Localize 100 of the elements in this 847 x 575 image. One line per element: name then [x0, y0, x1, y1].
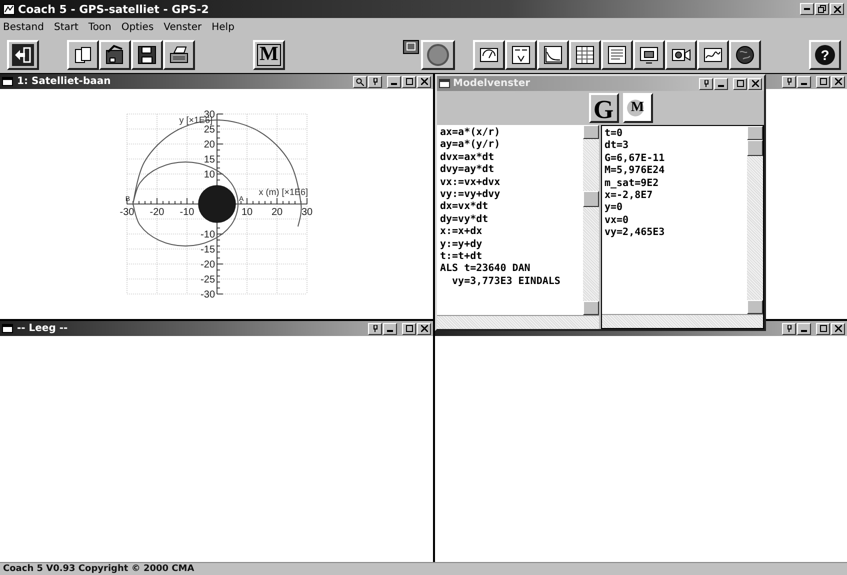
- max-button[interactable]: [402, 322, 416, 334]
- zoom-button[interactable]: [353, 76, 367, 88]
- pin-icon: [372, 325, 378, 332]
- pin-button[interactable]: [368, 76, 382, 88]
- code-line: dy=vy*dt: [440, 214, 490, 226]
- menu-item[interactable]: Toon: [87, 22, 112, 32]
- code-line: t=0: [604, 128, 624, 140]
- folder-icon: [104, 44, 126, 66]
- close-button[interactable]: [417, 76, 431, 88]
- vertical-scrollbar[interactable]: [747, 126, 763, 314]
- app-icon: [3, 4, 15, 14]
- menu-item[interactable]: Opties: [120, 22, 155, 32]
- initial-values-editor[interactable]: t=0 dt=3 G=6,67E-11 M=5,976E24 m_sat=9E2 x=-2,8E7 y=0 vx=0 vy=2,465E3: [600, 125, 764, 329]
- print-button[interactable]: [163, 40, 195, 70]
- text-model-button[interactable]: M: [622, 93, 652, 123]
- code-line: vy=2,465E3: [604, 227, 666, 240]
- text-button[interactable]: [601, 40, 633, 70]
- code-line: dt=3: [604, 140, 630, 153]
- maximize-icon: [406, 325, 412, 332]
- tick-label: -30: [119, 207, 134, 218]
- code-line: vy:=vy+dvy: [440, 189, 502, 201]
- pages-button[interactable]: [67, 40, 99, 70]
- horizontal-scrollbar[interactable]: [602, 314, 763, 328]
- maximize-icon: [820, 78, 826, 85]
- code-line: vy=3,773E3 EINDALS: [451, 276, 562, 288]
- close-button[interactable]: [831, 76, 845, 88]
- pin-button[interactable]: [699, 78, 713, 90]
- earth-disc: [198, 185, 236, 223]
- min-button[interactable]: [387, 76, 401, 88]
- max-button[interactable]: [816, 322, 830, 334]
- vertical-scrollbar[interactable]: [582, 125, 598, 315]
- close-icon: [752, 80, 758, 87]
- table-icon: [574, 44, 596, 66]
- maximize-icon: [406, 78, 412, 85]
- pin-button[interactable]: [782, 76, 796, 88]
- menu-item[interactable]: Help: [210, 22, 236, 32]
- tick-label: -15: [200, 244, 214, 256]
- round-button[interactable]: [421, 40, 455, 70]
- meter-button[interactable]: [473, 40, 505, 70]
- close-button[interactable]: [831, 322, 845, 334]
- code-line: dvx=ax*dt: [440, 152, 496, 164]
- max-button[interactable]: [816, 76, 830, 88]
- min-button[interactable]: [383, 322, 397, 334]
- model-button[interactable]: M: [253, 40, 285, 70]
- close-button[interactable]: [830, 3, 844, 15]
- horizontal-scrollbar[interactable]: [437, 315, 598, 329]
- min-button[interactable]: [714, 78, 728, 90]
- code-line: vx:=vx+dvx: [440, 176, 502, 189]
- tick-label: 10: [240, 207, 252, 218]
- graphic-model-button[interactable]: G: [588, 93, 618, 123]
- globe-button[interactable]: [729, 40, 761, 70]
- video-button[interactable]: [665, 40, 697, 70]
- code-line: ay=a*(y/r): [440, 139, 502, 152]
- globe-icon: [734, 44, 756, 66]
- save-button[interactable]: [131, 40, 163, 70]
- window-icon: [2, 324, 13, 333]
- graph-button[interactable]: [537, 40, 569, 70]
- signature-button[interactable]: [697, 40, 729, 70]
- tick-label: 10: [203, 170, 214, 180]
- floppy-icon: [136, 44, 158, 66]
- tick-label: 15: [203, 154, 214, 166]
- exit-button[interactable]: [7, 40, 39, 70]
- equations-editor[interactable]: ax=a*(x/r) ay=a*(y/r) dvx=ax*dt dvy=ay*dt vx:=vx+dvx vy:=vy+dvy dx=vx*dt dy=vy*dt x:=x+dx y:=y+dy t:=t+dt ALS t=23640 DAN vy=3,773E3 EINDALS: [437, 125, 598, 329]
- table-button[interactable]: [569, 40, 601, 70]
- pin-button[interactable]: [368, 322, 382, 334]
- minimize-button[interactable]: [800, 3, 814, 15]
- menu-item[interactable]: Start: [52, 22, 80, 32]
- pin-button[interactable]: [782, 322, 796, 334]
- status-text: Coach 5 V0.93 Copyright © 2000 CMA: [3, 564, 194, 574]
- printer-icon: [168, 44, 190, 66]
- menu-item[interactable]: Venster: [162, 22, 203, 32]
- close-icon: [834, 325, 842, 332]
- window-icon: [403, 40, 419, 54]
- code-line: ALS t=23640 DAN: [440, 263, 532, 276]
- model-window-title: Modelvenster: [453, 78, 530, 89]
- maximize-icon: [736, 80, 744, 87]
- max-button[interactable]: [733, 78, 747, 90]
- window-title: Coach 5 - GPS-satelliet - GPS-2: [18, 2, 209, 16]
- min-button[interactable]: [797, 76, 811, 88]
- pin-icon: [702, 80, 710, 87]
- pane-title: 1: Satelliet-baan: [17, 76, 111, 87]
- tick-label: -20: [200, 260, 214, 270]
- code-line: G=6,67E-11: [604, 152, 666, 166]
- min-button[interactable]: [797, 322, 811, 334]
- picture-button[interactable]: [633, 40, 665, 70]
- close-button[interactable]: [417, 322, 431, 334]
- menu-item[interactable]: Bestand: [2, 22, 45, 32]
- code-line: dvy=ay*dt: [440, 164, 496, 177]
- window-icon: [2, 77, 13, 86]
- code-line: dx=vx*dt: [440, 201, 490, 214]
- exit-icon: [12, 44, 34, 66]
- restore-button[interactable]: [815, 3, 829, 15]
- disc-icon: [426, 42, 450, 66]
- open-button[interactable]: [99, 40, 131, 70]
- max-button[interactable]: [402, 76, 416, 88]
- code-line: m_sat=9E2: [604, 178, 660, 190]
- close-button[interactable]: [748, 78, 762, 90]
- close-icon: [420, 325, 428, 332]
- value-button[interactable]: [505, 40, 537, 70]
- help-button[interactable]: ?: [809, 40, 841, 70]
